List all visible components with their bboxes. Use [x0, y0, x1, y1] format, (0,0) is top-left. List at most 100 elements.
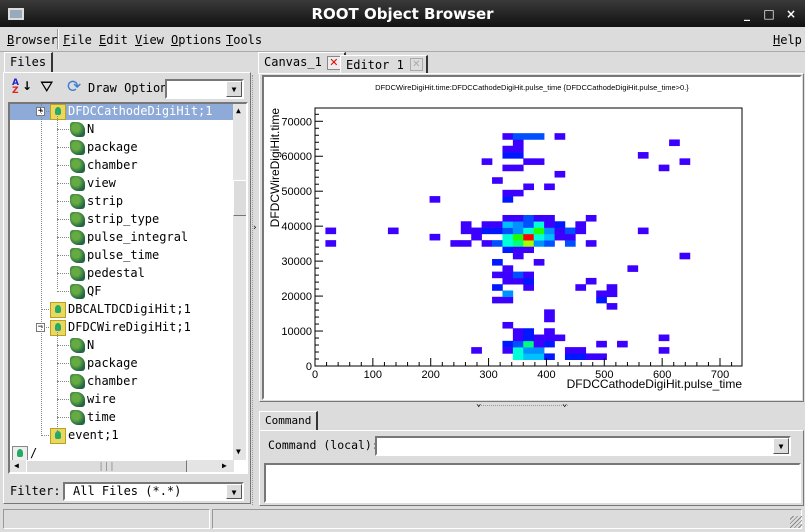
tree-item[interactable]: pedestal: [70, 264, 145, 282]
tree-item[interactable]: chamber: [70, 156, 138, 174]
histogram-cell: [554, 221, 566, 228]
histogram-cell: [523, 240, 535, 247]
file-tree[interactable]: DFDCCathodeDigiHit;1 + Npackage chamber view…: [8, 102, 248, 474]
histogram-cell: [564, 353, 576, 361]
histogram-cell: [544, 340, 555, 348]
horizontal-scrollbar[interactable]: ◀ ||| ▶: [10, 460, 234, 472]
tree-item[interactable]: DBCALTDCDigiHit;1: [50, 300, 191, 318]
histogram-cell: [544, 353, 555, 361]
tree-connector: [41, 309, 49, 310]
tree-item-label: view: [87, 176, 116, 190]
menu-edit[interactable]: Edit: [99, 33, 128, 47]
histogram-cell: [512, 233, 524, 241]
tree-item[interactable]: view: [70, 174, 116, 192]
tree-item[interactable]: package: [70, 138, 138, 156]
vertical-scrollbar[interactable]: ▲ ▼: [233, 104, 246, 460]
histogram-cell: [523, 347, 535, 354]
histogram-cell: [492, 271, 503, 279]
histogram-cell: [523, 183, 535, 191]
menu-browser[interactable]: Browser: [7, 33, 58, 47]
y-tick-label: 60000: [281, 151, 312, 163]
tree-item-label: /: [30, 446, 38, 460]
histogram-cell: [523, 158, 535, 165]
chevron-down-icon[interactable]: ▼: [226, 484, 242, 499]
chevron-down-icon[interactable]: ▼: [773, 438, 789, 454]
histogram-cell: [502, 321, 514, 329]
y-tick-label: 0: [306, 361, 312, 373]
histogram-cell: [596, 353, 607, 361]
tree-item[interactable]: DFDCWireDigiHit;1: [50, 318, 191, 336]
horizontal-splitter[interactable]: [478, 405, 568, 413]
scroll-down-icon[interactable]: ▼: [236, 447, 241, 456]
tree-item[interactable]: strip: [70, 192, 123, 210]
canvas[interactable]: DFDCWireDigiHit.time:DFDCCathodeDigiHit.…: [264, 77, 800, 398]
tree-item[interactable]: N: [70, 120, 94, 138]
tree-connector: [41, 327, 49, 328]
histogram-cell: [627, 265, 639, 272]
tree-item[interactable]: chamber: [70, 372, 138, 390]
tree-item-label: event;1: [68, 428, 119, 442]
histogram-cell: [544, 227, 555, 235]
tree-item[interactable]: QF: [70, 282, 101, 300]
tree-item[interactable]: wire: [70, 390, 116, 408]
y-axis-title: DFDCWireDigiHit.time: [268, 108, 282, 228]
tree-item-label: N: [87, 122, 95, 136]
tree-item[interactable]: strip_type: [70, 210, 159, 228]
histogram-cell: [481, 221, 493, 228]
menu-help[interactable]: Help: [773, 33, 802, 47]
draw-option-combo[interactable]: ▼: [165, 79, 244, 99]
scroll-up-icon[interactable]: ▲: [236, 106, 241, 115]
refresh-icon[interactable]: ⟳: [67, 78, 81, 96]
command-combo[interactable]: ▼: [375, 436, 791, 456]
filter-icon[interactable]: ⛛: [40, 78, 53, 96]
histogram-cell: [575, 221, 587, 228]
tab-canvas[interactable]: Canvas_1 ✕: [258, 52, 346, 74]
tree-icon: [50, 104, 66, 120]
histogram-cell: [606, 284, 618, 291]
histogram-2d[interactable]: DFDCWireDigiHit.time:DFDCCathodeDigiHit.…: [264, 77, 800, 398]
histogram-cell: [564, 347, 576, 354]
command-label: Command (local):: [268, 438, 379, 452]
vertical-splitter[interactable]: ›: [252, 75, 258, 505]
histogram-cell: [669, 139, 680, 147]
tree-item[interactable]: time: [70, 408, 116, 426]
scroll-left-icon[interactable]: ◀: [14, 461, 19, 470]
histogram-cell: [564, 233, 576, 241]
histogram-cell: [471, 233, 482, 241]
tree-item[interactable]: package: [70, 354, 138, 372]
tab-command[interactable]: Command: [259, 411, 319, 431]
tree-item[interactable]: pulse_integral: [70, 228, 188, 246]
chevron-down-icon[interactable]: ▼: [226, 81, 242, 97]
menu-tools[interactable]: Tools: [226, 33, 262, 47]
resize-grip-icon[interactable]: [790, 516, 802, 528]
tab-editor[interactable]: Editor 1 ✕: [340, 55, 428, 74]
horizontal-scroll-thumb[interactable]: |||: [26, 460, 187, 472]
histogram-cell: [564, 227, 576, 235]
histogram-cell: [502, 145, 514, 153]
tab-files[interactable]: Files: [4, 52, 54, 73]
tree-connector: [57, 183, 69, 184]
command-output[interactable]: [264, 463, 801, 503]
histogram-cell: [502, 227, 514, 235]
minimize-button[interactable]: _: [740, 7, 754, 21]
menu-view[interactable]: View: [135, 33, 164, 47]
tree-item[interactable]: N: [70, 336, 94, 354]
histogram-cell: [554, 227, 566, 235]
tree-item[interactable]: pulse_time: [70, 246, 159, 264]
menu-options[interactable]: Options: [171, 33, 222, 47]
close-tab-icon[interactable]: ✕: [326, 56, 341, 70]
vertical-scroll-thumb[interactable]: [233, 180, 246, 216]
sort-az-icon[interactable]: A Z ↓: [12, 79, 32, 97]
tree-item[interactable]: event;1: [50, 426, 119, 444]
scroll-right-icon[interactable]: ▶: [222, 461, 227, 470]
histogram-cell: [596, 290, 607, 298]
histogram-cell: [502, 246, 514, 254]
menu-file[interactable]: File: [63, 33, 92, 47]
histogram-cell: [554, 133, 566, 140]
maximize-button[interactable]: □: [762, 7, 776, 21]
close-tab-icon[interactable]: ✕: [409, 58, 423, 71]
filter-combo[interactable]: All Files (*.*) ▼: [63, 482, 244, 501]
close-button[interactable]: ×: [784, 7, 798, 21]
tree-item-label: pedestal: [87, 266, 145, 280]
tree-item[interactable]: /: [12, 444, 37, 460]
